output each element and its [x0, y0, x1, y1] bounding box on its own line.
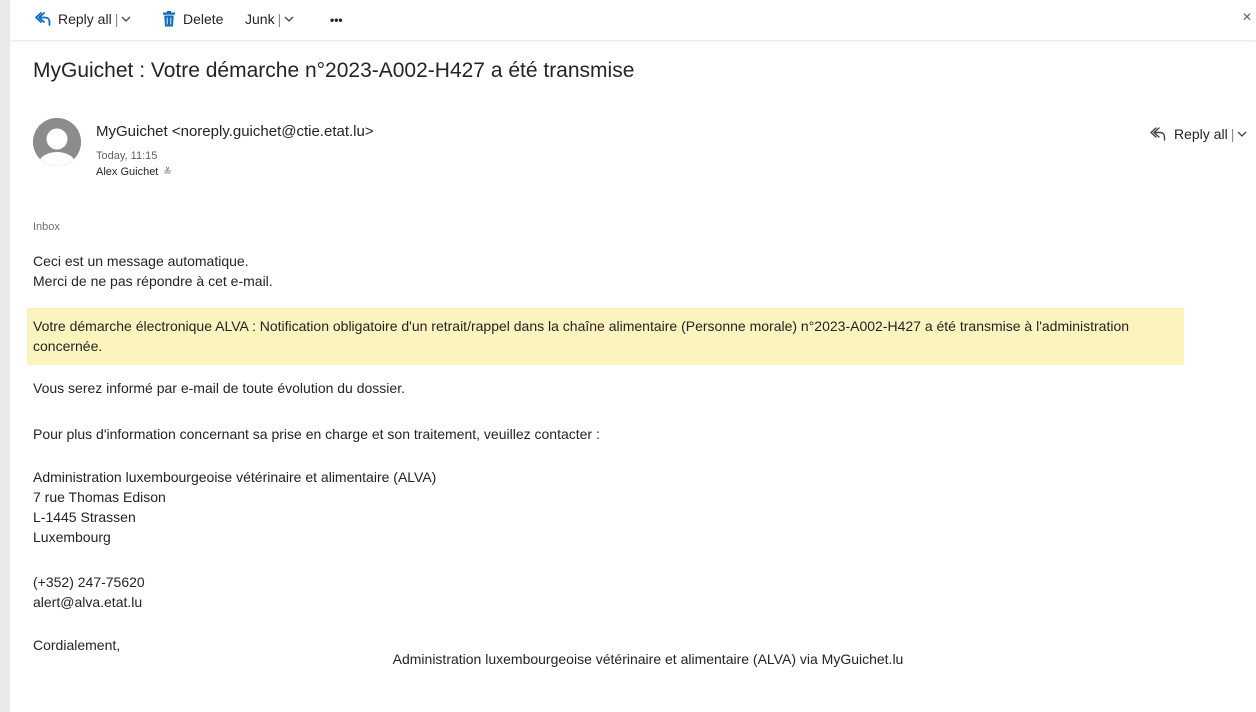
address-line: 7 rue Thomas Edison [33, 489, 166, 505]
message-toolbar: Reply all | Delete Junk | ••• [10, 0, 1256, 41]
highlight-text: Votre démarche électronique ALVA : Notif… [33, 318, 1130, 354]
header-separator: | [1230, 126, 1235, 142]
chevron-down-icon[interactable] [121, 15, 131, 23]
recipient[interactable]: Alex Guichet ≚ [96, 166, 172, 178]
phone-number: (+352) 247-75620 [33, 574, 145, 590]
recipient-name: Alex Guichet [96, 166, 159, 178]
message-date: Today, 11:15 [96, 150, 158, 162]
email-link[interactable]: alert@alva.etat.lu [33, 592, 142, 612]
chevron-down-icon[interactable] [284, 15, 294, 23]
person-icon [33, 118, 81, 166]
body-line: Pour plus d'information concernant sa pr… [33, 426, 600, 442]
delete-button[interactable]: Delete [162, 11, 223, 27]
chevron-down-icon[interactable] [1237, 130, 1247, 138]
sender-name[interactable]: MyGuichet <noreply.guichet@ctie.etat.lu> [96, 123, 374, 140]
junk-label: Junk [245, 11, 275, 27]
message-subject: MyGuichet : Votre démarche n°2023-A002-H… [33, 59, 635, 82]
delete-label: Delete [183, 11, 224, 27]
more-actions-button[interactable]: ••• [330, 13, 343, 27]
folder-label: Inbox [33, 221, 60, 233]
highlight-block: Votre démarche électronique ALVA : Notif… [27, 308, 1184, 365]
close-icon[interactable]: ✕ [1242, 10, 1252, 24]
reply-all-label: Reply all [1174, 126, 1228, 142]
address-line: Administration luxembourgeoise vétérinai… [33, 469, 437, 485]
toolbar-separator: | [114, 11, 119, 27]
body-line: Ceci est un message automatique. [33, 253, 249, 269]
junk-button[interactable]: Junk | [245, 11, 294, 27]
trash-icon [162, 11, 176, 27]
footer-text: Administration luxembourgeoise vétérinai… [392, 651, 904, 667]
reply-all-button-header[interactable]: Reply all | [1150, 126, 1247, 142]
address-line: L-1445 Strassen [33, 509, 136, 525]
expand-recipients-icon[interactable]: ≚ [163, 167, 171, 178]
reply-all-icon [35, 11, 51, 27]
address-line: Luxembourg [33, 529, 111, 545]
reply-all-button[interactable]: Reply all | [35, 11, 131, 27]
toolbar-separator: | [277, 11, 282, 27]
reply-all-label: Reply all [58, 11, 112, 27]
body-line: Vous serez informé par e-mail de toute é… [33, 380, 405, 396]
body-line: Merci de ne pas répondre à cet e-mail. [33, 273, 273, 289]
avatar [33, 118, 81, 166]
reply-all-icon [1150, 126, 1166, 142]
window-left-edge [0, 0, 10, 712]
